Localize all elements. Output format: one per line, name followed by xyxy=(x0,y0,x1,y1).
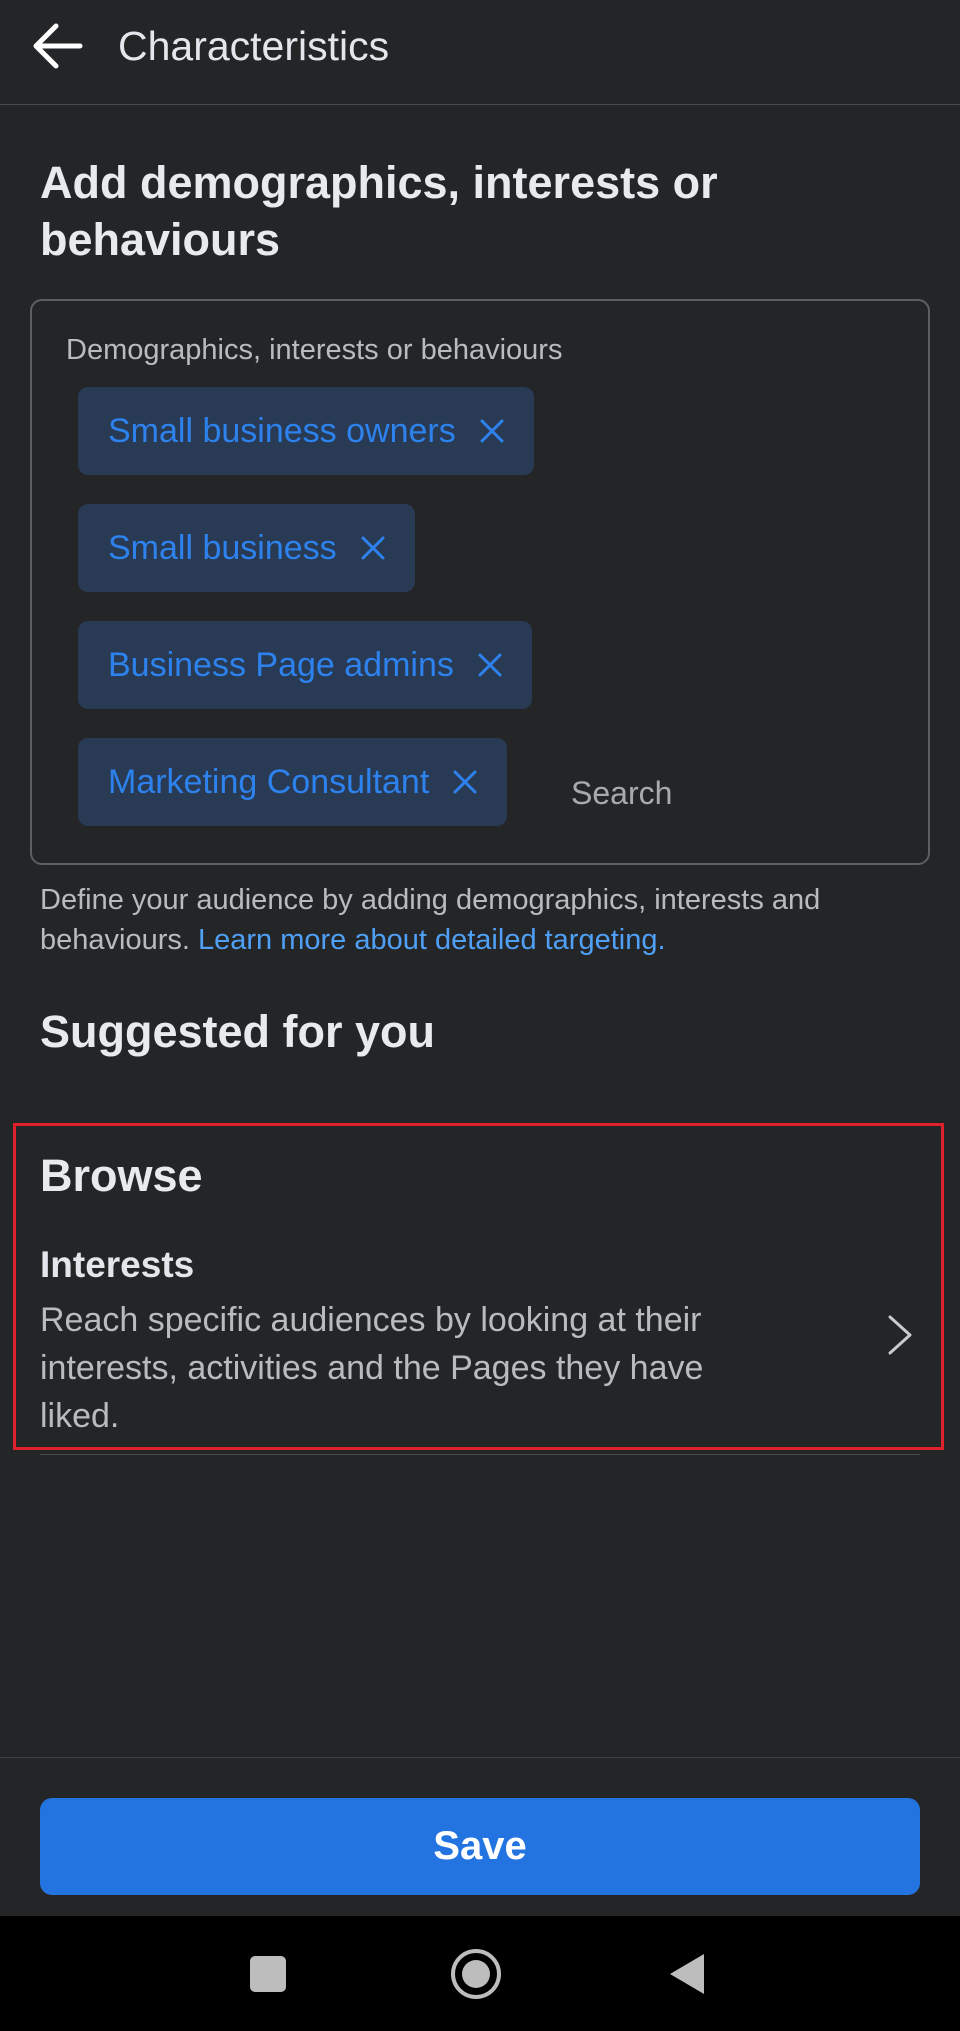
arrow-left-icon xyxy=(33,23,83,69)
chip-small-business: Small business xyxy=(78,504,415,592)
chip-label: Business Page admins xyxy=(108,645,454,684)
footer-divider xyxy=(0,1757,960,1758)
close-icon[interactable] xyxy=(359,534,387,562)
search-input[interactable] xyxy=(569,764,903,822)
browse-item-interests[interactable]: Interests Reach specific audiences by lo… xyxy=(40,1240,920,1450)
home-button[interactable] xyxy=(444,1942,508,2006)
close-icon[interactable] xyxy=(478,417,506,445)
triangle-back-icon xyxy=(670,1954,704,1994)
divider xyxy=(40,1454,920,1455)
circle-home-icon xyxy=(451,1949,501,1999)
targeting-field[interactable]: Demographics, interests or behaviours Sm… xyxy=(30,299,930,865)
chip-marketing-consultant: Marketing Consultant xyxy=(78,738,508,826)
browse-title: Browse xyxy=(40,1150,203,1201)
page-title: Characteristics xyxy=(118,23,390,69)
learn-more-link[interactable]: Learn more about detailed targeting. xyxy=(198,924,666,956)
square-icon xyxy=(250,1956,286,1992)
chevron-right-icon xyxy=(888,1315,912,1355)
app-bar: Characteristics xyxy=(0,0,960,105)
system-nav-bar xyxy=(0,1916,960,2031)
close-icon[interactable] xyxy=(476,651,504,679)
interests-description: Reach specific audiences by looking at t… xyxy=(40,1301,704,1435)
chip-label: Small business owners xyxy=(108,411,456,450)
chip-small-business-owners: Small business owners xyxy=(78,387,534,475)
back-button[interactable] xyxy=(28,18,88,74)
chip-label: Marketing Consultant xyxy=(108,762,430,801)
interests-title: Interests xyxy=(40,1244,195,1285)
recents-button[interactable] xyxy=(236,1942,300,2006)
save-button[interactable]: Save xyxy=(40,1798,920,1895)
close-icon[interactable] xyxy=(451,768,479,796)
back-nav-button[interactable] xyxy=(656,1942,720,2006)
suggested-title: Suggested for you xyxy=(40,1006,436,1057)
field-label: Demographics, interests or behaviours xyxy=(66,334,563,366)
chip-business-page-admins: Business Page admins xyxy=(78,621,532,709)
helper-text: Define your audience by adding demograph… xyxy=(40,880,920,960)
section-heading: Add demographics, interests or behaviour… xyxy=(40,157,718,265)
chip-label: Small business xyxy=(108,528,337,567)
